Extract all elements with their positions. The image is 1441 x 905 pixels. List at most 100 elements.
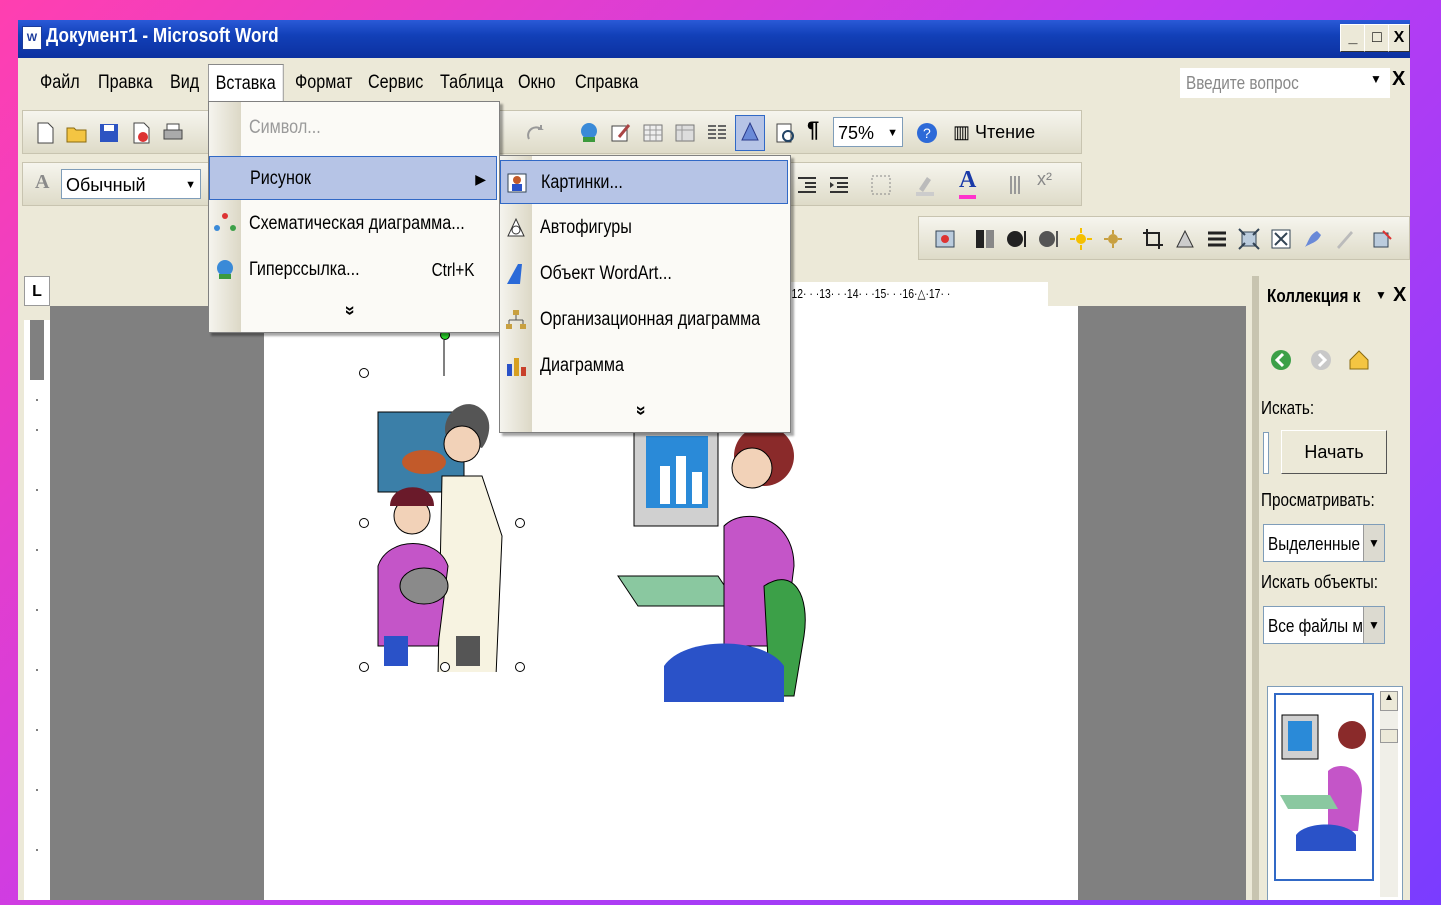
task-pane-menu-icon[interactable]: ▼ <box>1375 288 1387 302</box>
save-icon[interactable] <box>97 121 121 145</box>
results-scrollbar[interactable]: ▲ <box>1380 691 1398 897</box>
menu-format[interactable]: Формат <box>295 72 352 94</box>
menu-insert[interactable]: Вставка <box>208 64 284 103</box>
menu-window[interactable]: Окно <box>518 72 556 94</box>
ruler-marks: ·12· · ·13· · ·14· · ·15· · ·16·△·17· · <box>788 286 951 301</box>
task-pane-splitter[interactable] <box>1253 276 1259 900</box>
task-pane-close-button[interactable]: X <box>1393 284 1406 307</box>
maximize-button[interactable]: □ <box>1364 24 1390 52</box>
hyperlink-menu-icon <box>217 260 233 279</box>
reset-picture-icon[interactable] <box>1371 227 1395 251</box>
browse-select[interactable]: Выделенные ▼ <box>1263 524 1385 562</box>
menu-help[interactable]: Справка <box>575 72 638 94</box>
font-color-icon[interactable]: A <box>959 165 977 199</box>
more-contrast-icon[interactable] <box>1005 227 1029 251</box>
insert-menu-diagram[interactable]: Схематическая диаграмма... <box>209 202 499 246</box>
ask-dropdown-icon[interactable]: ▼ <box>1370 72 1382 86</box>
insert-menu-symbol[interactable]: Символ... <box>209 106 499 150</box>
decrease-indent-icon[interactable] <box>795 173 819 197</box>
word-app-icon[interactable]: W <box>22 26 42 50</box>
columns-icon[interactable] <box>705 121 729 145</box>
clipart-result-item[interactable] <box>1274 693 1374 881</box>
object-type-select[interactable]: Все файлы му ▼ <box>1263 606 1385 644</box>
more-brightness-icon[interactable] <box>1069 227 1093 251</box>
chart-icon <box>507 358 526 376</box>
borders-icon[interactable] <box>869 173 893 197</box>
close-button[interactable]: X <box>1388 24 1410 52</box>
line-style-icon[interactable] <box>1205 227 1229 251</box>
menu-view[interactable]: Вид <box>170 72 199 94</box>
hyperlink-icon[interactable] <box>577 121 601 145</box>
start-search-button[interactable]: Начать <box>1281 430 1387 474</box>
tab-selector[interactable]: L <box>24 276 50 306</box>
help-icon[interactable]: ? <box>915 121 939 145</box>
picture-submenu-clipart[interactable]: Картинки... <box>500 160 788 204</box>
zoom-select[interactable]: 75% ▼ <box>833 117 903 147</box>
new-doc-icon[interactable] <box>33 121 57 145</box>
character-scaling-icon[interactable] <box>1007 173 1031 197</box>
drawing-icon[interactable] <box>609 121 633 145</box>
search-input[interactable] <box>1263 432 1269 474</box>
menu-tools[interactable]: Сервис <box>368 72 423 94</box>
forward-icon[interactable] <box>1309 348 1333 372</box>
paragraph-icon[interactable]: ¶ <box>807 117 819 143</box>
picture-submenu-wordart[interactable]: Объект WordArt... <box>500 252 790 296</box>
permission-icon[interactable] <box>129 121 153 145</box>
menu-file[interactable]: Файл <box>40 72 80 94</box>
insert-menu-picture[interactable]: Рисунок ▶ <box>209 156 497 200</box>
hyperlink-shortcut: Ctrl+K <box>432 260 475 280</box>
text-wrapping-icon[interactable] <box>1269 227 1293 251</box>
picture-submenu-expand-icon[interactable]: » <box>631 405 652 415</box>
resize-handle-middle-left[interactable] <box>359 518 369 528</box>
insert-menu-hyperlink[interactable]: Гиперссылка... Ctrl+K <box>209 248 499 292</box>
color-icon[interactable] <box>973 227 997 251</box>
increase-indent-icon[interactable] <box>827 173 851 197</box>
style-select[interactable]: Обычный ▼ <box>61 169 201 199</box>
format-picture-icon[interactable] <box>1301 227 1325 251</box>
org-chart-icon <box>506 310 526 329</box>
scroll-up-icon[interactable]: ▲ <box>1380 691 1398 711</box>
resize-handle-middle-right[interactable] <box>515 518 525 528</box>
document-map-icon[interactable] <box>773 121 797 145</box>
table-icon[interactable] <box>641 121 665 145</box>
rotate-icon[interactable] <box>1173 227 1197 251</box>
resize-handle-bottom-middle[interactable] <box>440 662 450 672</box>
less-brightness-icon[interactable] <box>1101 227 1125 251</box>
drawing-toggle-button[interactable] <box>735 115 765 151</box>
reading-mode-button[interactable]: ▥ Чтение <box>953 117 1035 147</box>
vertical-ruler[interactable] <box>24 320 50 900</box>
menubar-close-button[interactable]: X <box>1392 68 1405 91</box>
print-icon[interactable] <box>161 121 185 145</box>
picture-submenu-chart[interactable]: Диаграмма <box>500 344 790 388</box>
clipart-computer-woman-image[interactable] <box>614 406 810 702</box>
clipart-results-list[interactable]: ▲ <box>1267 686 1403 900</box>
menu-edit[interactable]: Правка <box>98 72 153 94</box>
insert-picture-icon[interactable] <box>933 227 957 251</box>
compress-icon[interactable] <box>1237 227 1261 251</box>
ask-question-input[interactable]: Введите вопрос <box>1180 68 1390 98</box>
zoom-dropdown-icon: ▼ <box>887 127 898 139</box>
highlight-icon[interactable] <box>913 173 937 197</box>
minimize-button[interactable]: _ <box>1340 24 1366 52</box>
crop-icon[interactable] <box>1141 227 1165 251</box>
resize-handle-bottom-right[interactable] <box>515 662 525 672</box>
superscript-icon[interactable]: x² <box>1037 169 1052 190</box>
resize-handle-bottom-left[interactable] <box>359 662 369 672</box>
set-transparent-color-icon[interactable] <box>1333 227 1357 251</box>
home-icon[interactable] <box>1347 348 1371 372</box>
less-contrast-icon[interactable] <box>1037 227 1061 251</box>
insert-menu-expand-icon[interactable]: » <box>340 305 361 315</box>
picture-submenu-autoshapes[interactable]: Автофигуры <box>500 206 790 250</box>
reading-label: Чтение <box>975 122 1036 142</box>
back-icon[interactable] <box>1269 348 1293 372</box>
open-folder-icon[interactable] <box>65 121 89 145</box>
redo-icon[interactable] <box>523 121 547 145</box>
scroll-thumb[interactable] <box>1380 729 1398 743</box>
resize-handle-top-left[interactable] <box>359 368 369 378</box>
horizontal-ruler[interactable]: ·12· · ·13· · ·14· · ·15· · ·16·△·17· · <box>788 282 1048 306</box>
menu-table[interactable]: Таблица <box>440 72 503 94</box>
wordart-icon <box>507 264 522 284</box>
picture-submenu-org-chart[interactable]: Организационная диаграмма <box>500 298 790 342</box>
object-type-label: Искать объекты: <box>1261 572 1379 592</box>
excel-icon[interactable] <box>673 121 697 145</box>
